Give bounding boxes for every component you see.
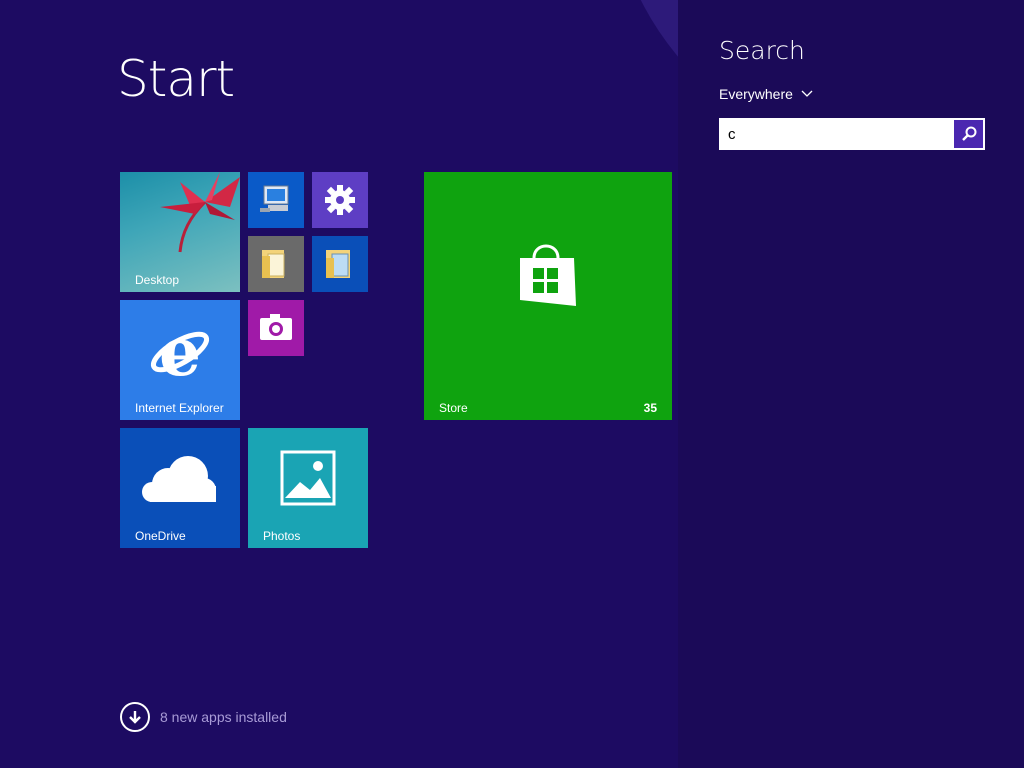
- tile-internet-explorer-label: Internet Explorer: [135, 401, 224, 415]
- tile-onedrive[interactable]: OneDrive: [120, 428, 240, 548]
- tile-onedrive-label: OneDrive: [135, 529, 186, 543]
- tile-photos-label: Photos: [263, 529, 301, 543]
- camera-icon: [260, 314, 292, 340]
- search-scope-dropdown[interactable]: Everywhere: [719, 86, 813, 102]
- tile-documents[interactable]: [248, 236, 304, 292]
- folder-icon: [262, 250, 285, 278]
- tile-store[interactable]: Store 35: [424, 172, 672, 420]
- search-title: Search: [719, 36, 805, 65]
- tile-desktop-label: Desktop: [135, 273, 180, 287]
- search-icon: [961, 126, 976, 141]
- folder-icon: [326, 250, 350, 278]
- gear-icon: [325, 185, 355, 215]
- search-button[interactable]: [954, 120, 983, 148]
- arrow-down-icon: [120, 702, 150, 732]
- search-box: [719, 118, 985, 150]
- computer-icon: [260, 185, 289, 212]
- search-input[interactable]: [721, 120, 954, 148]
- new-apps-notice[interactable]: 8 new apps installed: [120, 702, 287, 732]
- new-apps-label: 8 new apps installed: [160, 709, 287, 725]
- page-title: Start: [117, 50, 235, 108]
- tile-this-pc[interactable]: [248, 172, 304, 228]
- search-pane: Search Everywhere: [678, 0, 1024, 768]
- tile-internet-explorer[interactable]: e Internet Explorer: [120, 300, 240, 420]
- search-scope-label: Everywhere: [719, 86, 793, 102]
- tile-store-label: Store: [439, 401, 468, 415]
- tile-file-explorer[interactable]: [312, 236, 368, 292]
- tile-desktop[interactable]: Desktop: [120, 172, 240, 292]
- tile-photos[interactable]: Photos: [248, 428, 368, 548]
- svg-text:e: e: [159, 313, 201, 391]
- background-arc: [610, 0, 678, 160]
- start-screen: Start Desktop e Internet Explorer OneDri…: [0, 0, 678, 768]
- store-bag-icon: [520, 244, 576, 306]
- tile-camera[interactable]: [248, 300, 304, 356]
- tile-settings[interactable]: [312, 172, 368, 228]
- store-badge-count: 35: [643, 401, 657, 415]
- chevron-down-icon: [801, 90, 813, 97]
